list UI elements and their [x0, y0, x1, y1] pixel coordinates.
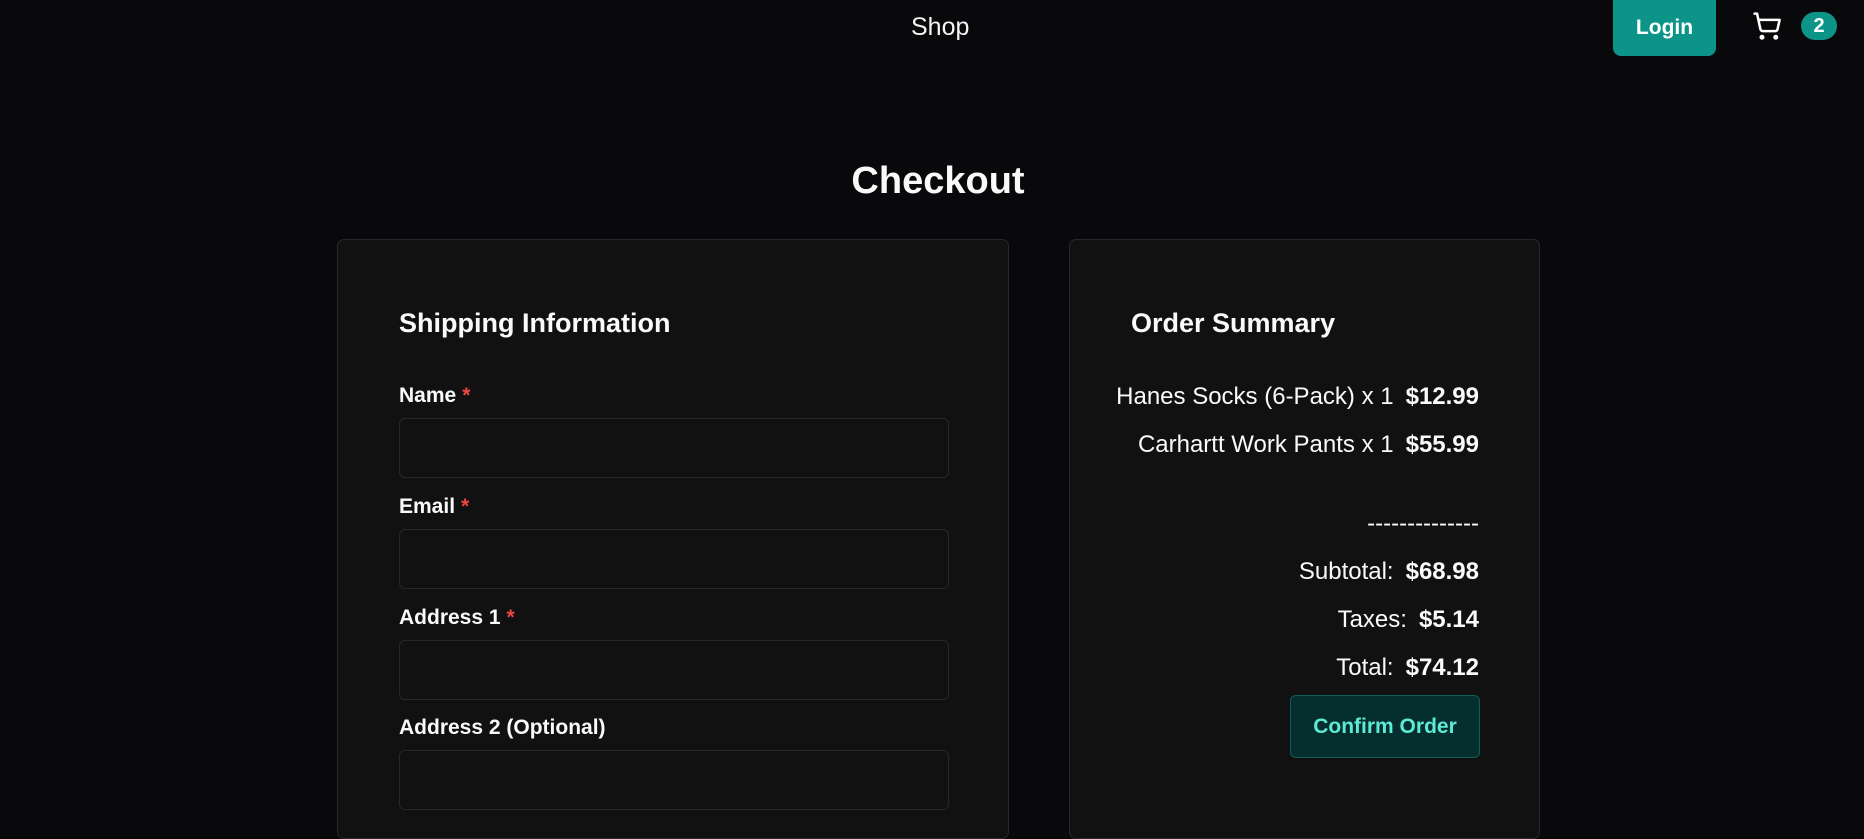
name-label: Name *: [399, 383, 470, 409]
required-marker: *: [462, 384, 471, 407]
taxes-value: $5.14: [1418, 606, 1479, 633]
divider-text: --------------: [1367, 510, 1479, 537]
cart-button[interactable]: [1752, 11, 1782, 41]
order-summary-card: Order Summary Hanes Socks (6-Pack) x 1 $1…: [1069, 239, 1540, 839]
name-input[interactable]: [399, 418, 949, 478]
address2-label: Address 2 (Optional): [399, 715, 606, 741]
login-button[interactable]: Login: [1613, 0, 1716, 56]
email-label: Email *: [399, 494, 469, 520]
confirm-order-button[interactable]: Confirm Order: [1290, 695, 1480, 758]
subtotal-label: Subtotal:: [1298, 558, 1394, 585]
address2-input[interactable]: [399, 750, 949, 810]
top-navbar: Shop Login 2: [0, 0, 1864, 56]
required-marker: *: [461, 495, 470, 518]
shopping-cart-icon: [1753, 12, 1781, 40]
total-row: Total: $74.12: [1336, 653, 1479, 683]
total-label: Total:: [1336, 654, 1394, 681]
page-title: Checkout: [851, 160, 1025, 202]
shipping-information-card: Shipping Information Name * Email * Addres…: [337, 239, 1009, 839]
cart-count-badge: 2: [1801, 12, 1837, 40]
shop-link[interactable]: Shop: [911, 12, 969, 42]
taxes-row: Taxes: $5.14: [1338, 605, 1479, 635]
summary-item: Carhartt Work Pants x 1 $55.99: [1138, 430, 1479, 460]
email-input[interactable]: [399, 529, 949, 589]
item-name: Carhartt Work Pants x 1: [1137, 431, 1394, 458]
email-label-text: Email: [399, 495, 456, 518]
item-price: $55.99: [1405, 431, 1479, 458]
address1-label: Address 1 *: [399, 605, 515, 631]
summary-divider: --------------: [1367, 509, 1479, 539]
item-name: Hanes Socks (6-Pack) x 1: [1116, 383, 1394, 410]
subtotal-value: $68.98: [1405, 558, 1479, 585]
address1-input[interactable]: [399, 640, 949, 700]
summary-item: Hanes Socks (6-Pack) x 1 $12.99: [1116, 382, 1479, 412]
name-label-text: Name: [399, 384, 457, 407]
item-price: $12.99: [1405, 383, 1479, 410]
shipping-heading: Shipping Information: [399, 308, 671, 338]
required-marker: *: [506, 606, 515, 629]
address2-label-text: Address 2 (Optional): [399, 716, 606, 739]
taxes-label: Taxes:: [1337, 606, 1407, 633]
address1-label-text: Address 1: [399, 606, 501, 629]
subtotal-row: Subtotal: $68.98: [1299, 557, 1479, 587]
total-value: $74.12: [1405, 654, 1479, 681]
order-summary-heading: Order Summary: [1131, 308, 1336, 338]
